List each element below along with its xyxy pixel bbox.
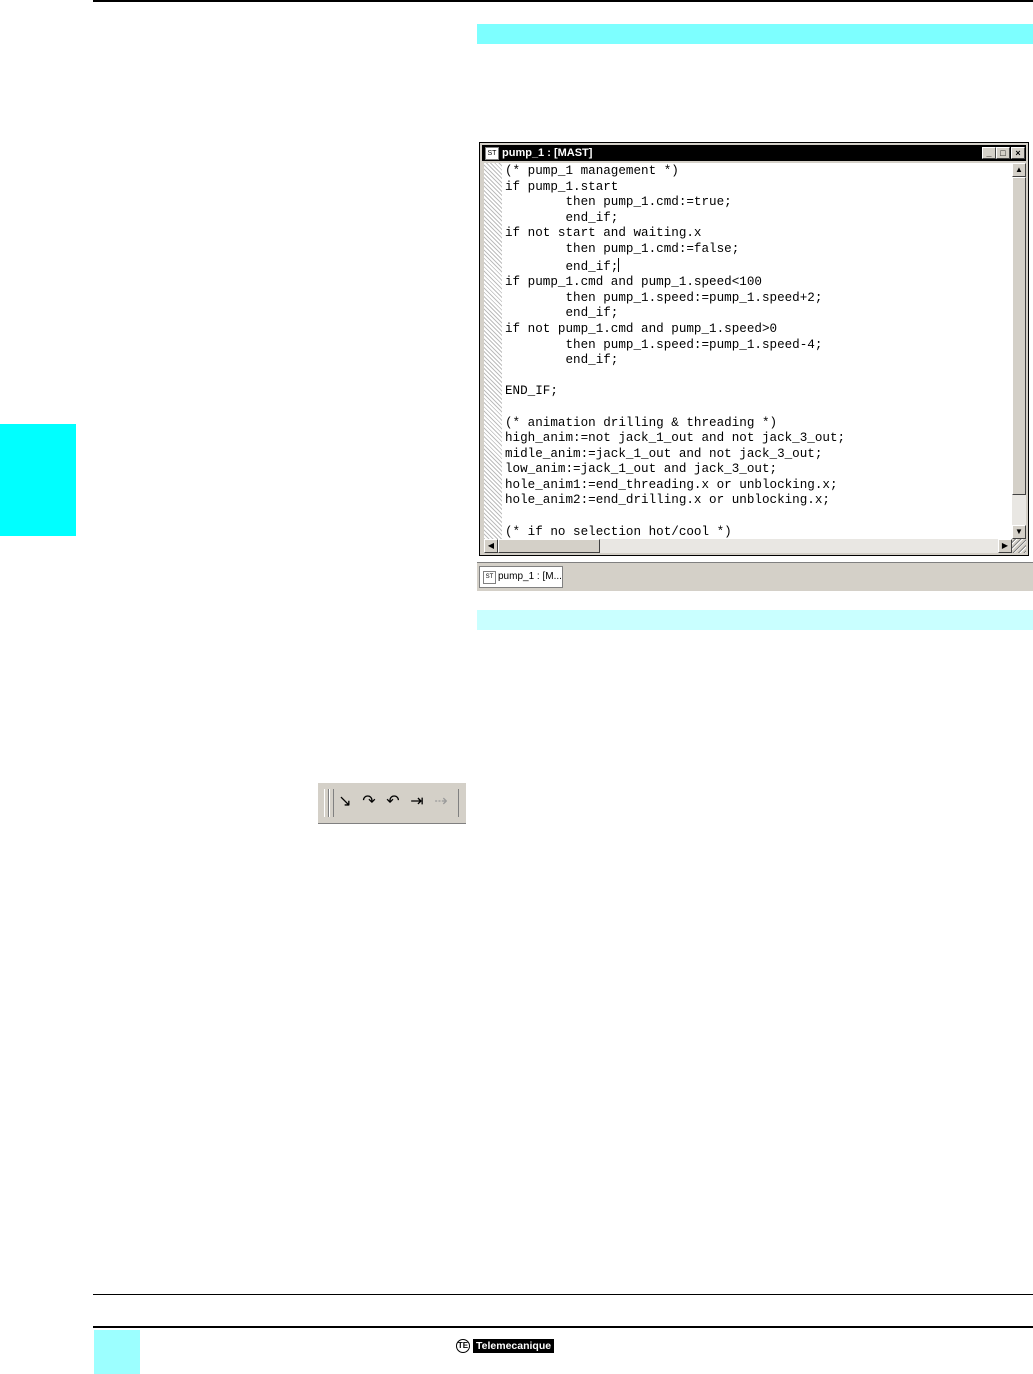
code-line[interactable]: high_anim:=not jack_1_out and not jack_3… bbox=[505, 431, 845, 445]
step-into-icon[interactable]: ↘ bbox=[334, 791, 356, 813]
toolbar-separator bbox=[458, 789, 459, 817]
minimize-button[interactable]: _ bbox=[982, 147, 996, 159]
section-band bbox=[477, 610, 1033, 630]
logo-mark-icon: TE bbox=[456, 1339, 470, 1353]
code-line[interactable]: then pump_1.speed:=pump_1.speed+2; bbox=[505, 291, 822, 305]
st-language-icon: ST bbox=[483, 571, 496, 584]
scroll-right-button[interactable]: ▶ bbox=[998, 539, 1012, 553]
scroll-up-button[interactable]: ▲ bbox=[1012, 163, 1026, 177]
mdi-taskbar: ST pump_1 : [M... bbox=[477, 562, 1033, 591]
scroll-left-button[interactable]: ◀ bbox=[484, 539, 498, 553]
side-tab bbox=[0, 424, 76, 536]
code-line[interactable]: then pump_1.cmd:=false; bbox=[505, 242, 739, 256]
section-band bbox=[477, 24, 1033, 44]
code-line[interactable]: end_if; bbox=[505, 306, 618, 320]
debug-toolbar: ↘ ↷ ↶ ⇥ ⇢ bbox=[318, 782, 466, 824]
code-line[interactable]: end_if; bbox=[505, 260, 618, 274]
vertical-scrollbar[interactable]: ▲ ▼ bbox=[1012, 163, 1026, 539]
continue-icon[interactable]: ⇥ bbox=[406, 791, 428, 813]
code-line[interactable]: then pump_1.speed:=pump_1.speed-4; bbox=[505, 338, 822, 352]
code-line[interactable]: midle_anim:=jack_1_out and not jack_3_ou… bbox=[505, 447, 822, 461]
go-to-icon: ⇢ bbox=[434, 793, 448, 810]
maximize-button[interactable]: □ bbox=[996, 147, 1010, 159]
st-language-icon: ST bbox=[485, 147, 499, 160]
code-line[interactable]: if not start and waiting.x bbox=[505, 226, 702, 240]
footer-rule bbox=[93, 1294, 1033, 1295]
window-title-bar[interactable]: ST pump_1 : [MAST] _ □ × bbox=[482, 145, 1026, 161]
close-button[interactable]: × bbox=[1011, 147, 1025, 159]
code-line[interactable]: end_if; bbox=[505, 353, 618, 367]
code-line[interactable]: (* pump_1 management *) bbox=[505, 164, 679, 178]
brand-name: Telemecanique bbox=[473, 1339, 555, 1353]
window-tab-label: pump_1 : [M... bbox=[498, 571, 562, 582]
code-line[interactable]: END_IF; bbox=[505, 384, 558, 398]
top-rule bbox=[93, 0, 1033, 2]
code-line[interactable]: low_anim:=jack_1_out and jack_3_out; bbox=[505, 462, 777, 476]
code-line[interactable]: (* if no selection hot/cool *) bbox=[505, 525, 732, 539]
st-editor-window[interactable]: ST pump_1 : [MAST] _ □ × (* pump_1 manag… bbox=[479, 142, 1029, 556]
code-line[interactable]: then pump_1.cmd:=true; bbox=[505, 195, 731, 209]
code-line[interactable]: if not pump_1.cmd and pump_1.speed>0 bbox=[505, 322, 777, 336]
code-line[interactable]: if pump_1.start bbox=[505, 180, 618, 194]
text-caret bbox=[618, 257, 620, 272]
code-text[interactable]: (* pump_1 management *) if pump_1.start … bbox=[505, 164, 845, 539]
scroll-down-button[interactable]: ▼ bbox=[1012, 525, 1026, 539]
horizontal-scroll-thumb[interactable] bbox=[498, 539, 600, 553]
code-line[interactable]: end_if; bbox=[505, 211, 618, 225]
step-out-icon[interactable]: ↶ bbox=[382, 791, 404, 813]
code-line[interactable]: hole_anim2:=end_drilling.x or unblocking… bbox=[505, 493, 830, 507]
window-title: pump_1 : [MAST] bbox=[502, 147, 593, 159]
page-number-box bbox=[94, 1330, 140, 1374]
code-line[interactable]: if pump_1.cmd and pump_1.speed<100 bbox=[505, 275, 762, 289]
resize-grip[interactable] bbox=[1012, 539, 1026, 553]
editor-gutter bbox=[484, 163, 502, 539]
code-line[interactable]: (* animation drilling & threading *) bbox=[505, 416, 777, 430]
code-editor[interactable]: (* pump_1 management *) if pump_1.start … bbox=[484, 163, 1012, 539]
code-line[interactable]: hole_anim1:=end_threading.x or unblockin… bbox=[505, 478, 838, 492]
step-over-icon[interactable]: ↷ bbox=[358, 791, 380, 813]
horizontal-scrollbar[interactable]: ◀ ▶ bbox=[484, 539, 1012, 553]
vertical-scroll-thumb[interactable] bbox=[1012, 177, 1026, 495]
footer-rule bbox=[93, 1326, 1033, 1328]
window-tab-pump-1[interactable]: ST pump_1 : [M... bbox=[479, 566, 563, 588]
